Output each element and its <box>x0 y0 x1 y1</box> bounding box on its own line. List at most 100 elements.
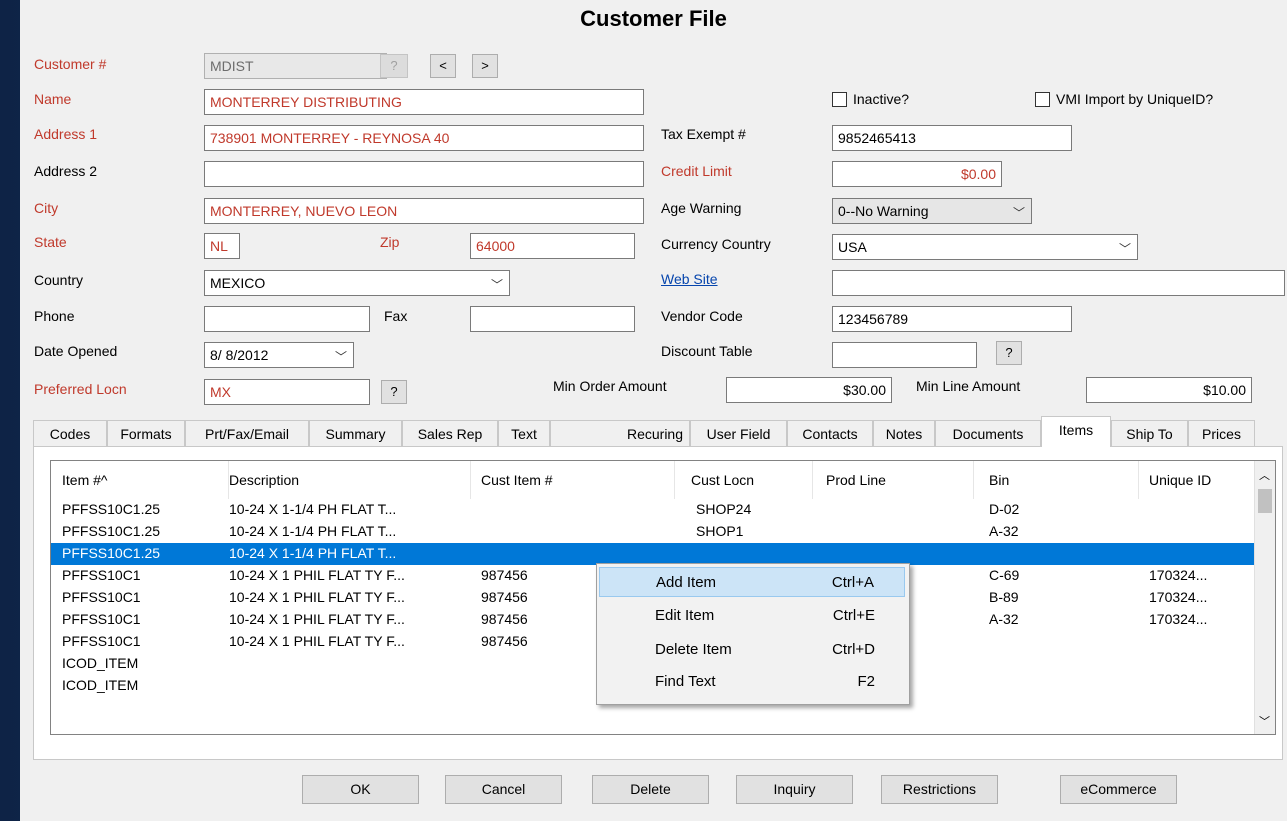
city-label: City <box>34 200 59 216</box>
list-scrollbar[interactable]: ︿ ﹀ <box>1254 461 1275 734</box>
age-warning-value: 0--No Warning <box>838 203 929 219</box>
state-field[interactable]: NL <box>204 233 240 259</box>
menu-item-edit-item[interactable]: Edit Item Ctrl+E <box>599 601 905 631</box>
ok-button[interactable]: OK <box>302 775 419 804</box>
date-opened-label: Date Opened <box>34 343 118 359</box>
tab-text[interactable]: Text <box>498 420 550 446</box>
next-customer-button[interactable]: > <box>472 54 498 78</box>
age-warning-select[interactable]: 0--No Warning ﹀ <box>832 198 1032 224</box>
state-label: State <box>34 234 67 250</box>
tax-exempt-label: Tax Exempt # <box>661 126 746 142</box>
currency-country-label: Currency Country <box>661 236 771 252</box>
tab-notes[interactable]: Notes <box>873 420 935 446</box>
address1-field[interactable]: 738901 MONTERREY - REYNOSA 40 <box>204 125 644 151</box>
menu-item-shortcut: Ctrl+E <box>832 607 875 624</box>
cell-item: PFFSS10C1 <box>62 567 141 583</box>
tab-prt-fax-email[interactable]: Prt/Fax/Email <box>185 420 309 446</box>
discount-table-label: Discount Table <box>661 343 753 359</box>
column-header-description[interactable]: Description <box>229 461 471 499</box>
tab-sales-rep[interactable]: Sales Rep <box>402 420 498 446</box>
vendor-code-field[interactable]: 123456789 <box>832 306 1072 332</box>
tab-codes[interactable]: Codes <box>33 420 107 446</box>
fax-label: Fax <box>384 308 408 324</box>
min-order-field[interactable]: $30.00 <box>726 377 892 403</box>
tab-items[interactable]: Items <box>1041 416 1111 447</box>
table-row[interactable]: PFFSS10C1.25 10-24 X 1-1/4 PH FLAT T... SH… <box>51 499 1255 521</box>
cancel-button[interactable]: Cancel <box>445 775 562 804</box>
cell-description: 10-24 X 1 PHIL FLAT TY F... <box>229 567 405 583</box>
cell-bin: A-32 <box>989 523 1019 539</box>
table-row[interactable]: PFFSS10C1.25 10-24 X 1-1/4 PH FLAT T... SH… <box>51 521 1255 543</box>
locn-lookup-button[interactable]: ? <box>381 380 407 404</box>
column-header-prod-line[interactable]: Prod Line <box>826 461 974 499</box>
discount-lookup-button[interactable]: ? <box>996 341 1022 365</box>
min-line-field[interactable]: $10.00 <box>1086 377 1252 403</box>
cell-unique-id: 170324... <box>1149 567 1208 583</box>
cell-description: 10-24 X 1-1/4 PH FLAT T... <box>229 501 397 517</box>
address2-field[interactable] <box>204 161 644 187</box>
web-site-link[interactable]: Web Site <box>661 271 718 287</box>
preferred-locn-label: Preferred Locn <box>34 381 127 397</box>
column-header-unique-id[interactable]: Unique ID <box>1149 461 1233 499</box>
date-opened-picker[interactable]: 8/ 8/2012 ﹀ <box>204 342 354 368</box>
chevron-down-icon: ﹀ <box>1118 242 1131 256</box>
column-header-item[interactable]: Item #^ <box>62 461 229 499</box>
country-label: Country <box>34 272 84 288</box>
table-row[interactable]: PFFSS10C1.25 10-24 X 1-1/4 PH FLAT T... <box>51 543 1255 565</box>
tab-prices[interactable]: Prices <box>1188 420 1255 446</box>
previous-customer-button[interactable]: < <box>430 54 456 78</box>
vmi-import-checkbox[interactable] <box>1035 92 1050 107</box>
scrollbar-thumb[interactable] <box>1258 489 1272 513</box>
menu-item-add-item[interactable]: Add Item Ctrl+A <box>599 567 905 597</box>
tab-formats[interactable]: Formats <box>107 420 185 446</box>
menu-item-delete-item[interactable]: Delete Item Ctrl+D <box>599 635 905 665</box>
tab-ship-to[interactable]: Ship To <box>1111 420 1188 446</box>
country-select[interactable]: MEXICO ﹀ <box>204 270 510 296</box>
inactive-label: Inactive? <box>853 91 910 107</box>
tab-recuring[interactable]: Recuring <box>550 420 690 446</box>
window-title: Customer File <box>580 6 727 31</box>
inactive-checkbox[interactable] <box>832 92 847 107</box>
menu-item-label: Add Item <box>656 574 717 591</box>
customer-lookup-button[interactable]: ? <box>380 54 408 78</box>
currency-country-select[interactable]: USA ﹀ <box>832 234 1138 260</box>
fax-field[interactable] <box>470 306 635 332</box>
preferred-locn-field[interactable]: MX <box>204 379 370 405</box>
age-warning-label: Age Warning <box>661 200 742 216</box>
restrictions-button[interactable]: Restrictions <box>881 775 998 804</box>
tab-user-field[interactable]: User Field <box>690 420 787 446</box>
column-header-cust-locn[interactable]: Cust Locn <box>691 461 813 499</box>
tax-exempt-field[interactable]: 9852465413 <box>832 125 1072 151</box>
city-field[interactable]: MONTERREY, NUEVO LEON <box>204 198 644 224</box>
web-site-field[interactable] <box>832 270 1285 296</box>
inquiry-button[interactable]: Inquiry <box>736 775 853 804</box>
menu-item-find-text[interactable]: Find Text F2 <box>599 667 905 697</box>
zip-field[interactable]: 64000 <box>470 233 635 259</box>
min-order-label: Min Order Amount <box>553 378 667 394</box>
chevron-down-icon: ﹀ <box>334 350 347 364</box>
column-header-bin[interactable]: Bin <box>989 461 1139 499</box>
cell-description: 10-24 X 1 PHIL FLAT TY F... <box>229 633 405 649</box>
credit-limit-field[interactable]: $0.00 <box>832 161 1002 187</box>
tab-contacts[interactable]: Contacts <box>787 420 873 446</box>
tab-documents[interactable]: Documents <box>935 420 1041 446</box>
delete-button[interactable]: Delete <box>592 775 709 804</box>
ecommerce-button[interactable]: eCommerce <box>1060 775 1177 804</box>
address1-label: Address 1 <box>34 126 98 142</box>
credit-limit-label: Credit Limit <box>661 163 732 179</box>
zip-label: Zip <box>380 234 400 250</box>
column-header-cust-item[interactable]: Cust Item # <box>481 461 675 499</box>
scroll-up-icon[interactable]: ︿ <box>1259 467 1270 483</box>
min-line-label: Min Line Amount <box>916 378 1021 394</box>
currency-country-value: USA <box>838 239 867 255</box>
cell-description: 10-24 X 1 PHIL FLAT TY F... <box>229 589 405 605</box>
scroll-down-icon[interactable]: ﹀ <box>1259 713 1270 729</box>
customer-number-field[interactable]: MDIST <box>204 53 387 79</box>
phone-field[interactable] <box>204 306 370 332</box>
discount-table-field[interactable] <box>832 342 977 368</box>
menu-item-shortcut: Ctrl+A <box>831 574 874 591</box>
cell-cust-item: 987456 <box>481 633 528 649</box>
vendor-code-label: Vendor Code <box>661 308 743 324</box>
tab-summary[interactable]: Summary <box>309 420 402 446</box>
name-field[interactable]: MONTERREY DISTRIBUTING <box>204 89 644 115</box>
